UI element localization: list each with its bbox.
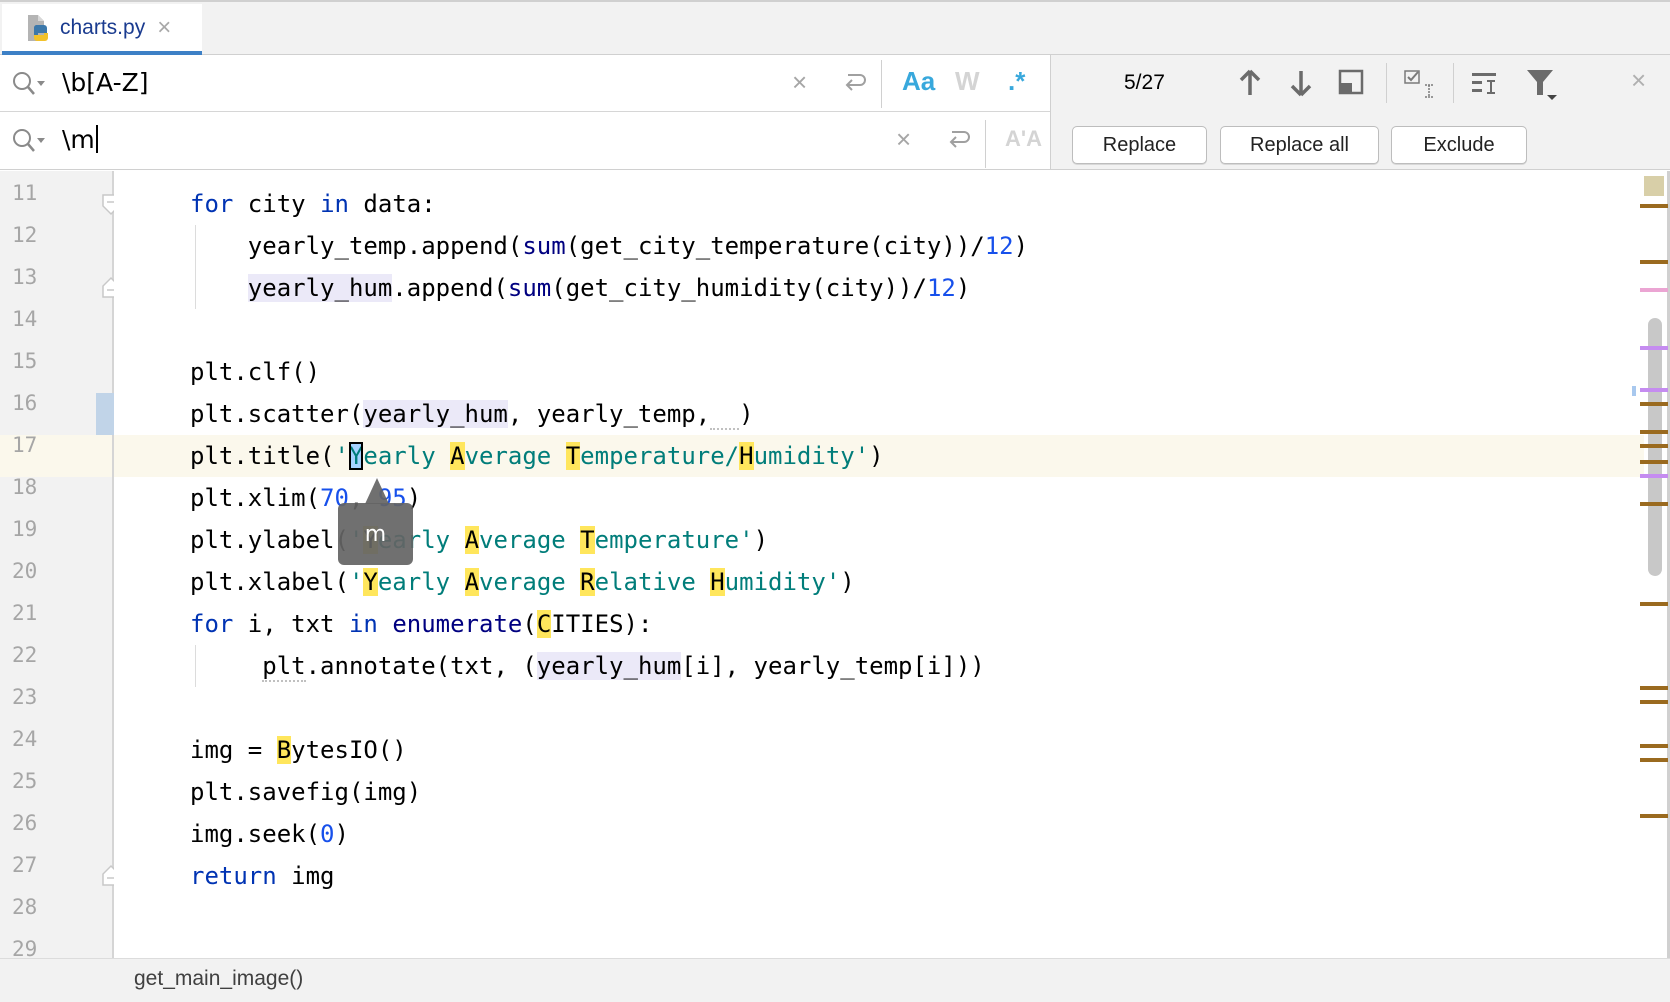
- close-icon[interactable]: ×: [157, 15, 171, 40]
- code-line-15: plt.clf(): [190, 358, 321, 386]
- replacement-preview-tooltip: m: [338, 503, 413, 565]
- match-count: 5/27: [1124, 71, 1165, 94]
- line-number: 25: [12, 769, 38, 793]
- line-number: 13: [12, 265, 38, 289]
- clear-replace-icon[interactable]: ×: [896, 124, 911, 155]
- close-search-icon[interactable]: ×: [1631, 65, 1663, 97]
- new-line-icon[interactable]: [946, 126, 972, 152]
- exclude-button[interactable]: Exclude: [1391, 126, 1527, 164]
- line-number: 26: [12, 811, 38, 835]
- code-line-20: plt.xlabel('Yearly Average Relative Humi…: [190, 568, 855, 596]
- line-number: 17: [12, 433, 38, 457]
- stripe-mark[interactable]: [1640, 744, 1668, 748]
- words-toggle[interactable]: W: [955, 66, 980, 97]
- stripe-mark[interactable]: [1640, 444, 1668, 448]
- code-line-24: img = BytesIO(): [190, 736, 407, 764]
- line-number: 22: [12, 643, 38, 667]
- replace-input[interactable]: \m: [62, 125, 98, 154]
- code-content: for city in data: yearly_temp.append(sum…: [114, 183, 1634, 953]
- select-all-occurrences-icon[interactable]: [1403, 67, 1435, 99]
- stripe-mark[interactable]: [1640, 402, 1668, 406]
- replace-history-icon[interactable]: [12, 128, 46, 154]
- match-case-toggle[interactable]: Aa: [902, 66, 935, 97]
- inspection-status-icon[interactable]: [1644, 176, 1664, 196]
- show-in-popup-icon[interactable]: [1336, 67, 1368, 99]
- line-number: 23: [12, 685, 38, 709]
- line-number: 20: [12, 559, 38, 583]
- line-number: 21: [12, 601, 38, 625]
- replace-input-value: \m: [62, 125, 95, 154]
- breadcrumb-function[interactable]: get_main_image(): [134, 967, 303, 991]
- line-number: 19: [12, 517, 38, 541]
- find-input[interactable]: \b[A-Z]: [62, 68, 149, 97]
- code-line-17: plt.title('Yearly Average Temperature/Hu…: [190, 442, 884, 470]
- line-number: 11: [12, 181, 38, 205]
- tab-label: charts.py: [60, 15, 146, 39]
- editor-tab-bar: charts.py ×: [0, 0, 1670, 56]
- code-line-16: plt.scatter(yearly_hum, yearly_temp, ): [190, 400, 754, 430]
- code-line-27: return img: [190, 862, 335, 890]
- previous-occurrence-icon[interactable]: [1234, 67, 1266, 99]
- breadcrumb-bar: get_main_image(): [0, 958, 1670, 1002]
- code-line-21: for i, txt in enumerate(CITIES):: [190, 610, 653, 638]
- replace-row: \m × AʹA: [0, 112, 1050, 169]
- preserve-case-toggle[interactable]: AʹA: [1005, 126, 1042, 152]
- python-file-icon: [24, 13, 52, 43]
- line-number: 14: [12, 307, 38, 331]
- separator: [1453, 63, 1454, 103]
- line-number: 18: [12, 475, 38, 499]
- line-number: 28: [12, 895, 38, 919]
- line-number: 15: [12, 349, 38, 373]
- code-line-22: plt.annotate(txt, (yearly_hum[i], yearly…: [262, 652, 985, 682]
- regex-toggle[interactable]: .*: [1008, 66, 1025, 97]
- code-line-12: yearly_temp.append(sum(get_city_temperat…: [190, 232, 1029, 260]
- filter-icon[interactable]: [1525, 67, 1557, 100]
- line-number: 16: [12, 391, 38, 415]
- line-numbers: 11 12 13 14 15 16 17 18 19 20 21 22 23 2…: [0, 171, 100, 961]
- stripe-mark[interactable]: [1640, 346, 1668, 350]
- find-row: \b[A-Z] × Aa W .*: [0, 55, 1050, 112]
- find-replace-panel: \b[A-Z] × Aa W .* \m × AʹA: [0, 55, 1050, 170]
- stripe-mark[interactable]: [1640, 460, 1668, 464]
- next-occurrence-icon[interactable]: [1285, 67, 1317, 99]
- search-in-selection-icon[interactable]: [1469, 67, 1501, 99]
- stripe-change-mark: [1632, 386, 1636, 396]
- separator: [1386, 63, 1387, 103]
- new-line-icon[interactable]: [842, 69, 868, 95]
- stripe-mark[interactable]: [1640, 474, 1668, 478]
- stripe-mark[interactable]: [1640, 502, 1668, 506]
- replace-all-button[interactable]: Replace all: [1220, 126, 1379, 164]
- line-number: 12: [12, 223, 38, 247]
- stripe-mark[interactable]: [1640, 288, 1668, 292]
- separator: [881, 60, 882, 108]
- replacement-preview-tooltip-arrow: [365, 478, 389, 504]
- stripe-mark[interactable]: [1640, 602, 1668, 606]
- code-line-25: plt.savefig(img): [190, 778, 422, 806]
- stripe-mark[interactable]: [1640, 700, 1668, 704]
- code-line-11: for city in data:: [190, 190, 436, 218]
- stripe-mark[interactable]: [1640, 758, 1668, 762]
- code-line-13: yearly_hum.append(sum(get_city_humidity(…: [247, 274, 971, 302]
- stripe-mark[interactable]: [1640, 686, 1668, 690]
- line-number: 24: [12, 727, 38, 751]
- search-history-icon[interactable]: [12, 71, 46, 97]
- tab-charts-py[interactable]: charts.py ×: [2, 4, 202, 56]
- stripe-mark[interactable]: [1640, 204, 1668, 208]
- text-caret: [95, 125, 98, 153]
- stripe-mark[interactable]: [1640, 388, 1668, 392]
- code-line-26: img.seek(0): [190, 820, 349, 848]
- replace-button[interactable]: Replace: [1072, 126, 1207, 164]
- line-number: 27: [12, 853, 38, 877]
- search-toolbar: 5/27 × Replace Replace all Exclude: [1050, 55, 1670, 170]
- separator: [985, 120, 986, 168]
- clear-find-icon[interactable]: ×: [792, 67, 807, 98]
- stripe-mark[interactable]: [1640, 814, 1668, 818]
- stripe-mark[interactable]: [1640, 260, 1668, 264]
- stripe-mark[interactable]: [1640, 430, 1668, 434]
